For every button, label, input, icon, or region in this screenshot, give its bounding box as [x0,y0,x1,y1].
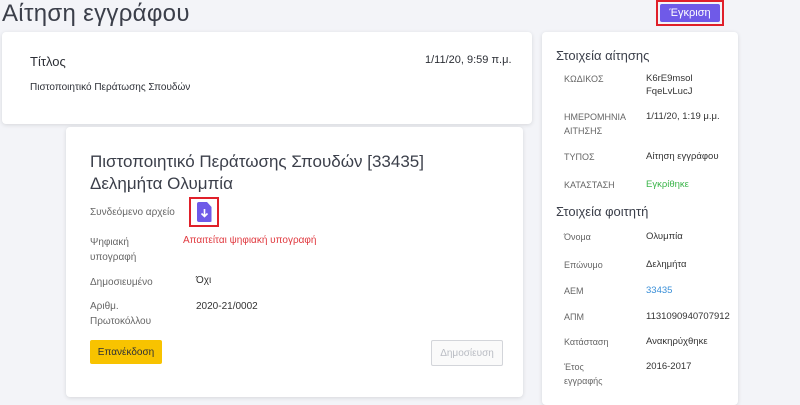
state-value: Ανακηρύχθηκε [646,336,708,347]
state-label: Κατάσταση [564,337,609,347]
student-details-heading: Στοιχεία φοιτητή [556,204,649,219]
first-name-value: Ολυμπία [646,231,683,242]
request-date-label: ΗΜΕΡΟΜΗΝΙΑ ΑΙΤΗΣΗΣ [564,112,626,136]
attached-file-label: Συνδεόμενο αρχείο [90,207,175,218]
request-date-value: 1/11/20, 1:19 μ.μ. [646,111,720,122]
protocol-label: Αριθμ. Πρωτοκόλλου [90,301,152,327]
status-badge: Εγκρίθηκε [646,179,689,190]
document-heading: Πιστοποιητικό Περάτωσης Σπουδών [33435] … [90,152,424,193]
approve-button-highlight: Έγκριση [656,0,724,26]
request-details-heading: Στοιχεία αίτησης [556,48,650,63]
year-value: 2016-2017 [646,361,692,372]
aem-link[interactable]: 33435 [646,284,672,297]
aem-label: ΑΕΜ [564,286,584,296]
published-value: Όχι [196,275,212,286]
details-panel: Στοιχεία αίτησης ΚΩΔΙΚΟΣ K6rE9msol FqeLv… [542,32,738,405]
apm-label: ΑΠΜ [564,312,584,322]
code-label: ΚΩΔΙΚΟΣ [564,74,604,84]
approve-button[interactable]: Έγκριση [660,4,720,22]
attached-file-highlight [189,197,219,227]
last-name-label: Επώνυμο [564,260,603,270]
title-value: Πιστοποιητικό Περάτωσης Σπουδών [30,82,191,93]
apm-value: 1131090940707912 [646,311,730,322]
published-label: Δημοσιευμένο [90,277,153,288]
protocol-value: 2020-21/0002 [196,301,258,312]
digital-signature-label: Ψηφιακή υπογραφή [90,237,137,263]
first-name-label: Όνομα [564,232,591,242]
digital-signature-value: Απαιτείται ψηφιακή υπογραφή [183,235,317,246]
reissue-button[interactable]: Επανέκδοση [90,340,162,364]
document-card: Πιστοποιητικό Περάτωσης Σπουδών [33435] … [66,127,523,397]
year-label: Έτος εγγραφής [564,362,603,386]
last-name-value: Δελημήτα [646,259,687,270]
title-date: 1/11/20, 9:59 π.μ. [425,54,512,66]
page-title: Αίτηση εγγράφου [2,0,190,27]
type-value: Αίτηση εγγράφου [646,151,719,162]
title-card: Τίτλος 1/11/20, 9:59 π.μ. Πιστοποιητικό … [2,32,532,124]
publish-button[interactable]: Δημοσίευση [431,340,503,366]
file-download-icon[interactable] [196,202,212,222]
code-value: K6rE9msol FqeLvLucJ [646,73,693,97]
title-label: Τίτλος [30,54,66,69]
type-label: ΤΥΠΟΣ [564,152,595,162]
status-label: ΚΑΤΑΣΤΑΣΗ [564,180,615,190]
